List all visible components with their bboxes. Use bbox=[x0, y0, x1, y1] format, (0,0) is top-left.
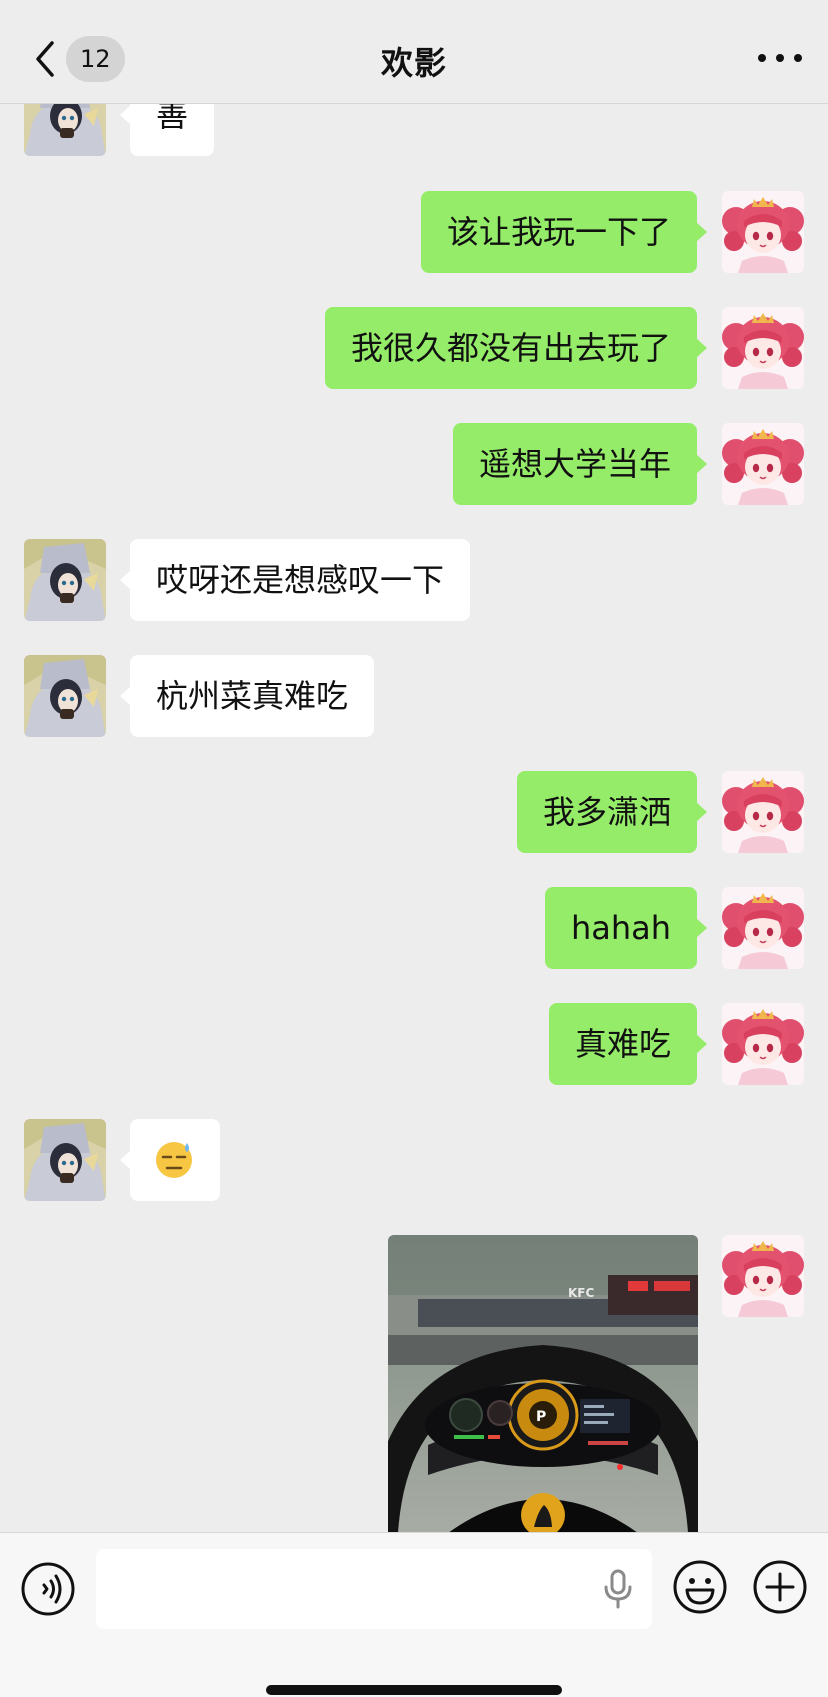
voice-input-icon bbox=[21, 1562, 75, 1616]
home-indicator[interactable] bbox=[266, 1685, 562, 1695]
input-toolbar bbox=[0, 1532, 828, 1697]
message-input[interactable] bbox=[96, 1549, 652, 1629]
friend-avatar[interactable] bbox=[24, 655, 106, 737]
image-message[interactable]: KFC P bbox=[388, 1235, 698, 1533]
message-bubble-outgoing[interactable]: 我多潇洒 bbox=[516, 771, 708, 853]
emoji-icon bbox=[673, 1560, 727, 1614]
my-avatar[interactable] bbox=[722, 1235, 804, 1317]
my-avatar[interactable] bbox=[722, 1003, 804, 1085]
my-avatar[interactable] bbox=[722, 423, 804, 505]
my-avatar[interactable] bbox=[722, 887, 804, 969]
message-bubble-outgoing[interactable]: hahah bbox=[544, 887, 708, 969]
more-dots-icon bbox=[758, 54, 766, 62]
chat-screen: 12 欢影 善 该让我玩一下了 我很久都没有出去玩了 遥想大学当年 哎呀还是想感… bbox=[0, 0, 828, 1697]
chat-header: 12 欢影 bbox=[0, 0, 828, 104]
more-button[interactable] bbox=[758, 46, 802, 70]
friend-avatar[interactable] bbox=[24, 539, 106, 621]
svg-text:P: P bbox=[536, 1409, 546, 1425]
mic-button[interactable] bbox=[602, 1569, 634, 1609]
plus-icon bbox=[753, 1560, 807, 1614]
friend-avatar[interactable] bbox=[24, 1119, 106, 1201]
message-bubble-outgoing[interactable]: 真难吃 bbox=[548, 1003, 708, 1085]
my-avatar[interactable] bbox=[722, 771, 804, 853]
message-bubble-outgoing[interactable]: 遥想大学当年 bbox=[452, 423, 708, 505]
sign-kfc: KFC bbox=[568, 1286, 594, 1300]
emoji-button[interactable] bbox=[672, 1559, 728, 1615]
my-avatar[interactable] bbox=[722, 191, 804, 273]
voice-input-button[interactable] bbox=[20, 1561, 76, 1617]
message-bubble-incoming[interactable]: 哎呀还是想感叹一下 bbox=[119, 539, 471, 621]
sweat-smile-emoji bbox=[156, 1142, 192, 1178]
message-bubble-incoming[interactable] bbox=[120, 1119, 220, 1201]
chat-title: 欢影 bbox=[380, 44, 447, 82]
my-avatar[interactable] bbox=[722, 307, 804, 389]
more-functions-button[interactable] bbox=[752, 1559, 808, 1615]
message-bubble-incoming[interactable]: 杭州菜真难吃 bbox=[119, 655, 375, 737]
message-bubble-outgoing[interactable]: 我很久都没有出去玩了 bbox=[324, 307, 708, 389]
car-dashboard-photo: KFC P bbox=[388, 1235, 698, 1533]
message-bubble-outgoing[interactable]: 该让我玩一下了 bbox=[420, 191, 708, 273]
mic-icon bbox=[604, 1569, 632, 1609]
